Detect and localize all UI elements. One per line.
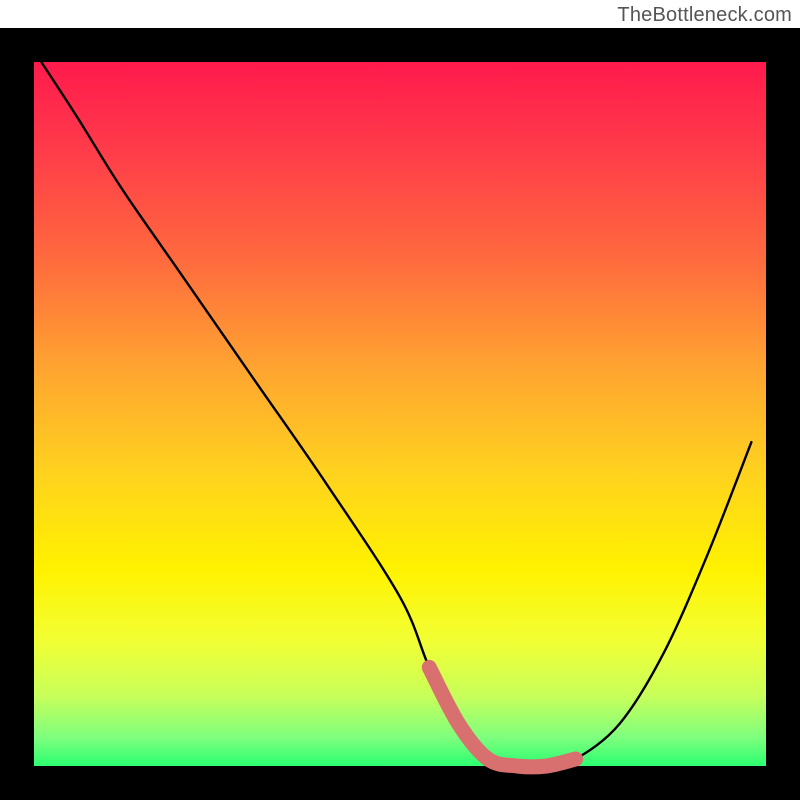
bottleneck-chart [0,28,800,800]
plot-area [34,62,766,766]
attribution-text: TheBottleneck.com [617,4,792,27]
chart-container: TheBottleneck.com [0,0,800,800]
